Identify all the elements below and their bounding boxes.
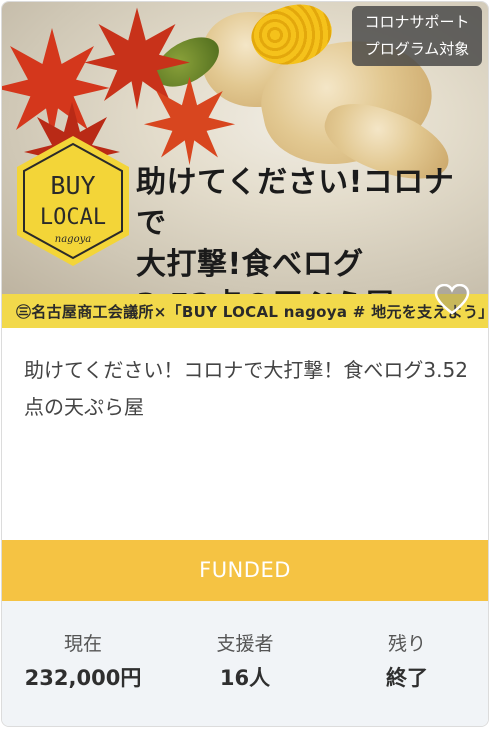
stat-supporters: 支援者 16人 xyxy=(164,601,326,726)
hero-title-line: 助けてください!コロナで xyxy=(136,165,455,241)
stat-value: 16人 xyxy=(219,666,271,690)
maple-leaf-icon xyxy=(143,76,236,166)
stat-remaining: 残り 終了 xyxy=(326,601,488,726)
project-thumbnail[interactable]: BUY LOCAL nagoya 助けてください!コロナで 大打撃!食べログ 3… xyxy=(2,2,488,334)
logo-line1: BUY xyxy=(50,171,95,200)
sponsor-strip-text: ㊂名古屋商工会議所×「BUY LOCAL nagoya # 地元を支えよう」 xyxy=(16,303,488,321)
stat-label: 現在 xyxy=(63,633,102,655)
stat-value: 232,000円 xyxy=(24,666,142,690)
project-stats: 現在 232,000円 支援者 16人 残り 終了 xyxy=(2,601,488,726)
project-title[interactable]: 助けてください！コロナで大打撃！食べログ3.52点の天ぷら屋 xyxy=(24,352,468,426)
stat-label: 残り xyxy=(387,633,426,655)
corona-support-badge: コロナサポート プログラム対象 xyxy=(352,6,482,66)
heart-icon[interactable] xyxy=(434,284,470,316)
badge-line: プログラム対象 xyxy=(364,40,470,58)
badge-line: コロナサポート xyxy=(364,13,470,31)
hero-title-line: 大打撃!食べログ xyxy=(136,247,364,282)
stat-value: 終了 xyxy=(386,666,428,690)
funded-status-bar: FUNDED xyxy=(2,540,488,601)
stat-label: 支援者 xyxy=(216,633,274,655)
stat-current-amount: 現在 232,000円 xyxy=(2,601,164,726)
logo-line3: nagoya xyxy=(55,234,91,245)
project-card[interactable]: BUY LOCAL nagoya 助けてください!コロナで 大打撃!食べログ 3… xyxy=(1,1,489,727)
buy-local-logo: BUY LOCAL nagoya xyxy=(17,136,129,266)
logo-line2: LOCAL xyxy=(40,205,106,230)
